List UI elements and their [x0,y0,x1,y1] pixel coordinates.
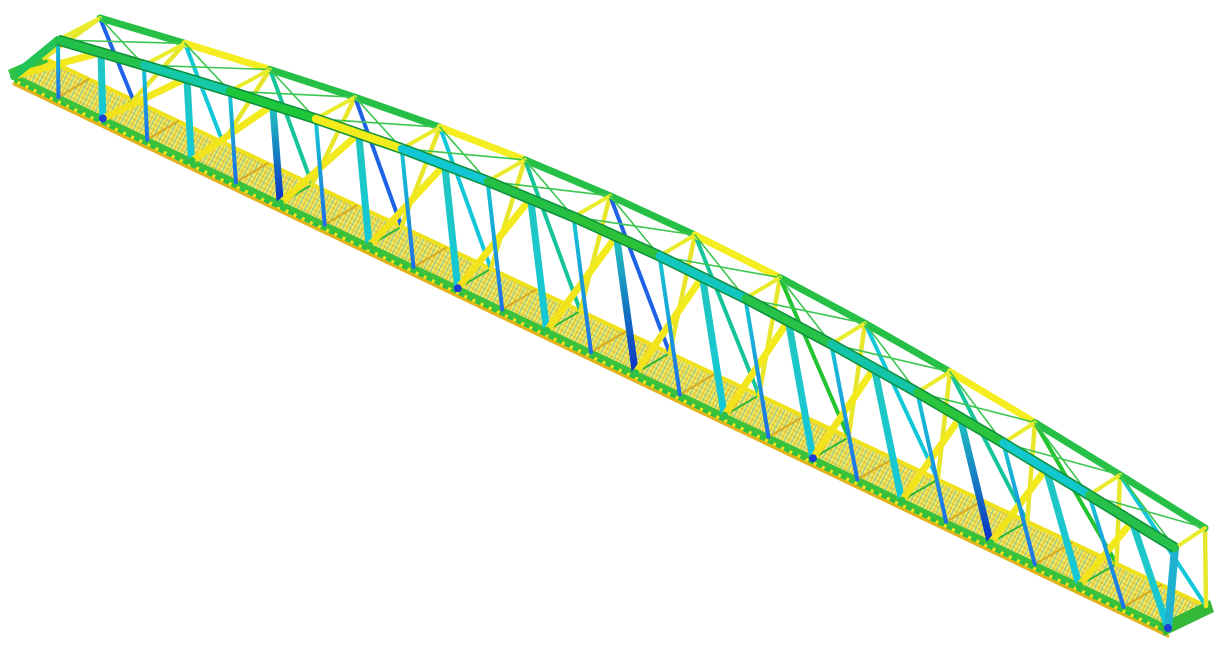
bottom-joint-node [187,156,196,165]
bottom-joint-node [808,454,817,463]
deck-bottom-edge [12,82,1170,638]
far-vertical-post [1202,525,1209,609]
bottom-joint-node [1164,624,1172,632]
top-cross-strut [1173,526,1207,550]
far-vertical-post [935,369,953,482]
far-vertical-post [1024,420,1038,524]
far-top-chord-segment [436,123,529,164]
near-top-chord-segment [827,340,922,397]
bottom-joint-node [365,241,374,250]
truss-bridge-model [8,14,1214,638]
near-diagonal-right [183,74,195,165]
far-top-chord-segment [776,274,869,327]
bottom-joint-node [453,284,462,293]
bottom-joint-node [631,369,640,378]
bottom-joint-node [720,411,729,420]
near-diagonal-right [97,49,107,122]
bottom-joint-node [986,539,995,548]
bridge-render-viewport [0,0,1228,656]
bottom-joint-node [98,114,107,123]
bottom-joint-node [897,496,906,505]
bottom-joint-node [276,199,285,208]
bottom-joint-node [1075,581,1084,590]
bottom-joint-node [10,72,18,80]
bottom-joint-node [542,326,551,335]
